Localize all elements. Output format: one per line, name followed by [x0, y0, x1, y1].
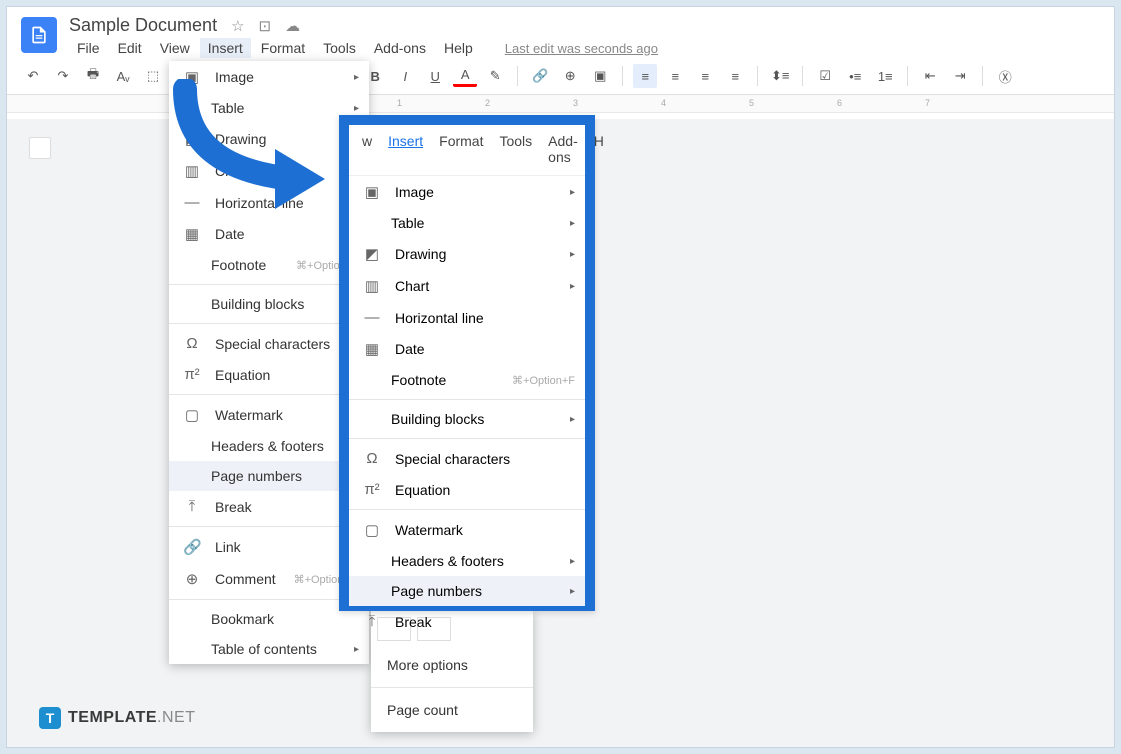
outline-toggle[interactable]	[29, 137, 51, 159]
menu-help[interactable]: Help	[436, 38, 481, 58]
equation-icon: π²	[183, 366, 201, 383]
link-icon: 🔗	[183, 538, 201, 556]
line-spacing-button[interactable]: ⬍≡	[768, 64, 792, 88]
redo-button[interactable]: ↷	[51, 64, 75, 88]
cloud-icon[interactable]: ☁	[285, 17, 300, 35]
callout-menu-addons[interactable]: Add-ons	[541, 131, 585, 167]
watermark-icon: ▢	[363, 521, 381, 539]
align-right-button[interactable]: ≡	[693, 64, 717, 88]
undo-button[interactable]: ↶	[21, 64, 45, 88]
date-icon: ▦	[183, 225, 201, 243]
callout-menu-insert[interactable]: Insert	[381, 131, 430, 167]
menu-view[interactable]: View	[152, 38, 198, 58]
paint-format-button[interactable]: ⬚	[141, 64, 165, 88]
indent-decrease-button[interactable]: ⇤	[918, 64, 942, 88]
indent-increase-button[interactable]: ⇥	[948, 64, 972, 88]
callout-insert-image[interactable]: ▣Image▸	[349, 176, 585, 208]
print-button[interactable]: 🖶	[81, 64, 105, 88]
equation-icon: π²	[363, 481, 381, 498]
menu-insert[interactable]: Insert	[200, 38, 251, 58]
watermark-icon: ▢	[183, 406, 201, 424]
page-count[interactable]: Page count	[371, 692, 533, 728]
chart-icon: ▥	[363, 277, 381, 295]
brand-watermark: T TEMPLATE.NET	[39, 707, 195, 729]
image-icon: ▣	[363, 183, 381, 201]
spellcheck-button[interactable]: Aᵥ	[111, 64, 135, 88]
callout-insert-footnote[interactable]: Footnote⌘+Option+F	[349, 365, 585, 395]
image-button[interactable]: ▣	[588, 64, 612, 88]
callout-insert-drawing[interactable]: ◩Drawing▸	[349, 238, 585, 270]
insert-toc[interactable]: Table of contents▸	[169, 634, 369, 664]
brand-icon: T	[39, 707, 61, 729]
callout-insert-special[interactable]: ΩSpecial characters	[349, 443, 585, 474]
submenu-arrow-icon: ▸	[354, 103, 359, 114]
callout-menu-view[interactable]: w	[355, 131, 379, 167]
callout-insert-chart[interactable]: ▥Chart▸	[349, 270, 585, 302]
menu-bar: File Edit View Insert Format Tools Add-o…	[69, 38, 1100, 58]
align-left-button[interactable]: ≡	[633, 64, 657, 88]
comment-icon: ⊕	[183, 570, 201, 588]
highlight-button[interactable]: ✎	[483, 64, 507, 88]
bullet-list-button[interactable]: •≡	[843, 64, 867, 88]
checklist-button[interactable]: ☑	[813, 64, 837, 88]
callout-insert-hr[interactable]: —Horizontal line	[349, 302, 585, 333]
text-color-button[interactable]: A	[453, 65, 477, 87]
callout-insert-equation[interactable]: π²Equation	[349, 474, 585, 505]
star-icon[interactable]: ☆	[231, 17, 244, 35]
special-icon: Ω	[363, 450, 381, 467]
submenu-arrow-icon: ▸	[354, 644, 359, 655]
last-edit-link[interactable]: Last edit was seconds ago	[497, 39, 666, 58]
docs-icon[interactable]	[21, 17, 57, 53]
hr-icon: —	[363, 309, 381, 326]
italic-button[interactable]: I	[393, 64, 417, 88]
callout-menu-help[interactable]: H	[587, 131, 611, 167]
underline-button[interactable]: U	[423, 64, 447, 88]
break-icon: ⤒	[183, 498, 201, 515]
comment-button[interactable]: ⊕	[558, 64, 582, 88]
menu-edit[interactable]: Edit	[110, 38, 150, 58]
menu-tools[interactable]: Tools	[315, 38, 364, 58]
callout-insert-watermark[interactable]: ▢Watermark	[349, 514, 585, 546]
move-icon[interactable]: ⊡	[259, 17, 272, 35]
align-center-button[interactable]: ≡	[663, 64, 687, 88]
callout-insert-headers[interactable]: Headers & footers▸	[349, 546, 585, 576]
align-justify-button[interactable]: ≡	[723, 64, 747, 88]
callout-insert-date[interactable]: ▦Date	[349, 333, 585, 365]
callout-insert-page-numbers[interactable]: Page numbers▸	[349, 576, 585, 606]
break-icon: ⤒	[363, 613, 381, 630]
menu-file[interactable]: File	[69, 38, 108, 58]
callout-menu-tools[interactable]: Tools	[492, 131, 539, 167]
callout-insert-blocks[interactable]: Building blocks▸	[349, 404, 585, 434]
numbered-list-button[interactable]: 1≡	[873, 64, 897, 88]
special-icon: Ω	[183, 335, 201, 352]
more-options[interactable]: More options	[371, 647, 533, 683]
menu-format[interactable]: Format	[253, 38, 313, 58]
link-button[interactable]: 🔗	[528, 64, 552, 88]
submenu-arrow-icon: ▸	[354, 72, 359, 83]
callout-zoom: w Insert Format Tools Add-ons H ▣Image▸ …	[339, 115, 595, 611]
callout-insert-break[interactable]: ⤒Break	[349, 606, 585, 637]
menu-addons[interactable]: Add-ons	[366, 38, 434, 58]
callout-menu-format[interactable]: Format	[432, 131, 490, 167]
clear-format-button[interactable]: Ⓧ	[993, 64, 1017, 88]
date-icon: ▦	[363, 340, 381, 358]
drawing-icon: ◩	[363, 245, 381, 263]
document-title[interactable]: Sample Document	[69, 15, 217, 36]
annotation-arrow	[165, 79, 335, 214]
callout-insert-table[interactable]: Table▸	[349, 208, 585, 238]
